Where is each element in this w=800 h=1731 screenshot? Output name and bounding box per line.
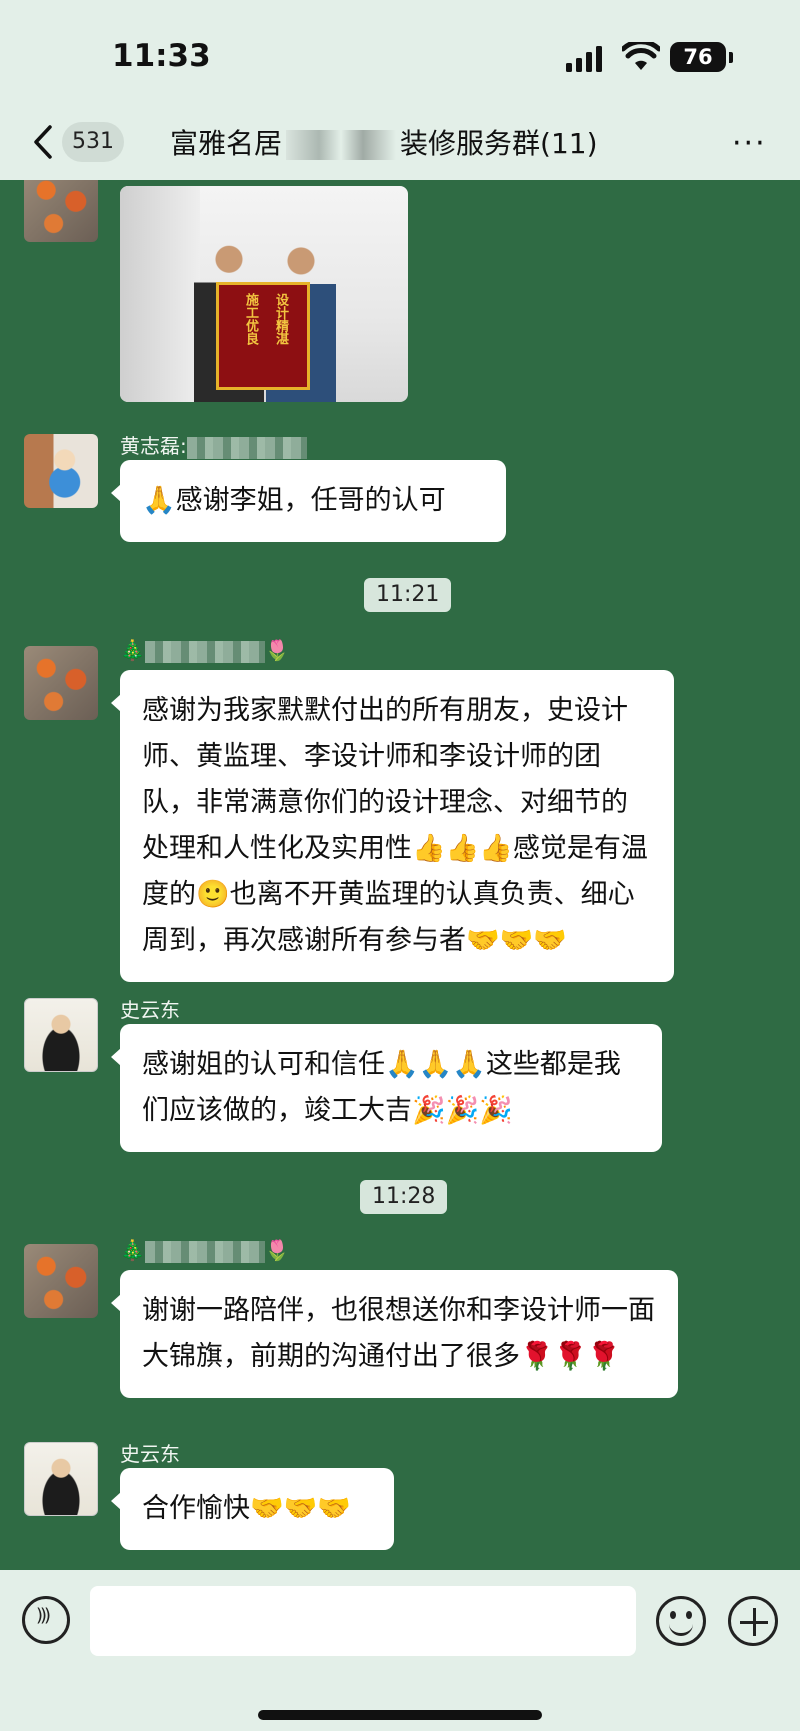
add-attachment-icon[interactable] (728, 1596, 778, 1646)
chat-title-prefix: 富雅名居 (170, 127, 283, 160)
status-time: 11:33 (112, 38, 211, 74)
message-input[interactable] (90, 1586, 636, 1656)
message-bubble[interactable]: 感谢为我家默默付出的所有朋友，史设计师、黄监理、李设计师和李设计师的团队，非常满… (111, 670, 674, 982)
sender-name: 史云东 (120, 998, 180, 1022)
image-message[interactable]: 设计精湛 施工优良 (120, 186, 408, 402)
top-bar: 11:33 76 531 富雅名居 装修服务群(11) ··· (0, 0, 800, 180)
photo-pennant-banner: 设计精湛 施工优良 (216, 282, 310, 390)
chat-area[interactable]: 设计精湛 施工优良 黄志磊: 🙏感谢李姐，任哥的认可 11:21 🎄 🌷 感谢为我… (0, 180, 800, 1570)
avatar[interactable] (24, 646, 98, 720)
battery-nub (729, 52, 733, 63)
chat-title[interactable]: 富雅名居 装修服务群(11) (170, 122, 598, 162)
timestamp: 11:21 (364, 578, 452, 612)
sender-name: 🎄 🌷 (120, 638, 290, 663)
photo-wall (120, 186, 200, 402)
blurred-title-segment (286, 130, 397, 160)
avatar[interactable] (24, 180, 98, 242)
blurred-name-segment (144, 1240, 265, 1263)
sender-name: 史云东 (120, 1442, 180, 1466)
avatar[interactable] (24, 998, 98, 1072)
banner-text: 施工优良 (243, 293, 258, 345)
message-bubble[interactable]: 🙏感谢李姐，任哥的认可 (111, 460, 506, 542)
chat-title-suffix: 装修服务群(11) (400, 127, 598, 160)
avatar[interactable] (24, 434, 98, 508)
blurred-name-segment (186, 436, 307, 459)
cellular-signal-icon (566, 46, 602, 72)
more-options-icon[interactable]: ··· (732, 126, 767, 161)
sender-name: 🎄 🌷 (120, 1238, 290, 1263)
back-chevron-icon[interactable] (32, 124, 54, 160)
input-bar (0, 1570, 800, 1731)
avatar[interactable] (24, 1442, 98, 1516)
message-bubble[interactable]: 合作愉快🤝🤝🤝 (111, 1468, 394, 1550)
message-bubble[interactable]: 谢谢一路陪伴，也很想送你和李设计师一面大锦旗，前期的沟通付出了很多🌹🌹🌹 (111, 1270, 678, 1398)
wifi-icon (622, 42, 660, 70)
emoji-icon[interactable] (656, 1596, 706, 1646)
avatar[interactable] (24, 1244, 98, 1318)
unread-count-badge[interactable]: 531 (62, 122, 124, 162)
timestamp: 11:28 (360, 1180, 448, 1214)
sender-name: 黄志磊: (120, 430, 307, 459)
blurred-name-segment (144, 640, 265, 663)
message-bubble[interactable]: 感谢姐的认可和信任🙏🙏🙏这些都是我们应该做的，竣工大吉🎉🎉🎉 (111, 1024, 662, 1152)
voice-input-icon[interactable] (22, 1596, 70, 1644)
battery-indicator: 76 (670, 42, 726, 72)
banner-text: 设计精湛 (273, 293, 288, 345)
home-indicator (258, 1710, 542, 1720)
